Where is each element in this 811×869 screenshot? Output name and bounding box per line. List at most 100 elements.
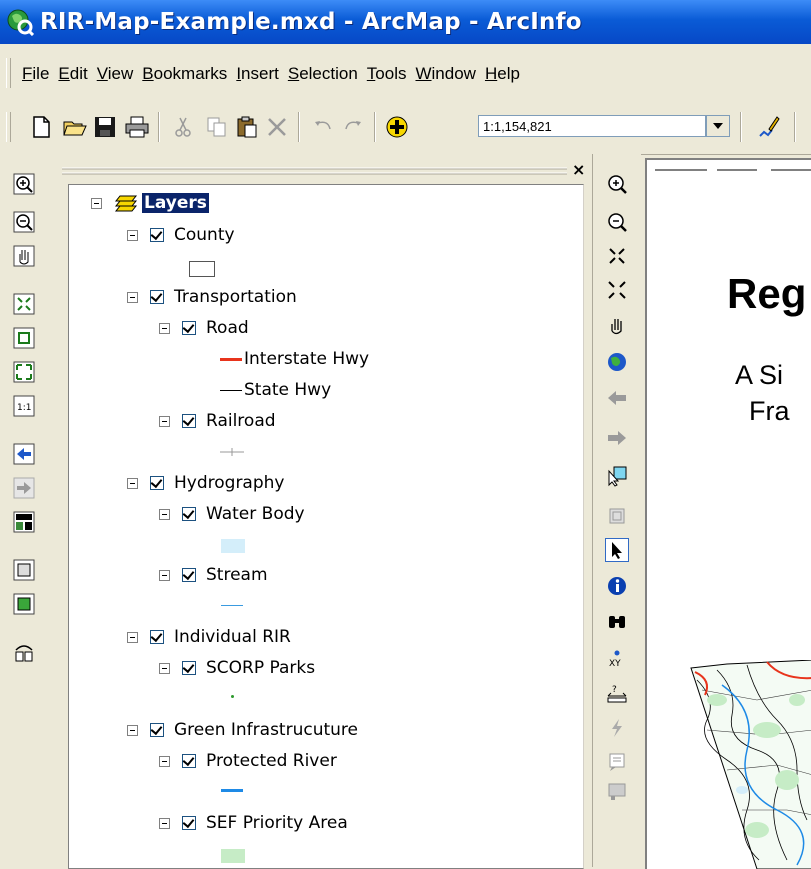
layer-label[interactable]: Green Infrastrucuture xyxy=(174,720,358,740)
fixed-zoom-in-icon[interactable] xyxy=(12,360,36,384)
layer-visibility-checkbox[interactable] xyxy=(182,568,196,582)
zoom-whole-page-icon[interactable] xyxy=(12,292,36,316)
layer-label[interactable]: Transportation xyxy=(174,287,297,307)
map-layout-view[interactable]: Reg A Si Fra xyxy=(645,158,811,869)
layer-visibility-checkbox[interactable] xyxy=(182,414,196,428)
copy-icon[interactable] xyxy=(204,114,230,140)
layer-visibility-checkbox[interactable] xyxy=(182,754,196,768)
menu-grip[interactable] xyxy=(6,58,11,88)
menu-selection[interactable]: Selection xyxy=(288,64,358,84)
zoom-control-icon[interactable] xyxy=(12,510,36,534)
layer-label[interactable]: Railroad xyxy=(206,411,276,431)
layer-visibility-checkbox[interactable] xyxy=(182,816,196,830)
toggle-draft-mode-icon[interactable] xyxy=(12,558,36,582)
clear-selection-icon[interactable] xyxy=(605,504,629,528)
layer-row-transportation[interactable]: Transportation xyxy=(127,285,297,309)
layer-label[interactable]: County xyxy=(174,225,235,245)
toolbar-grip[interactable] xyxy=(6,112,11,142)
layer-visibility-checkbox[interactable] xyxy=(150,228,164,242)
layer-label[interactable]: SEF Priority Area xyxy=(206,813,348,833)
collapse-toggle[interactable] xyxy=(159,508,170,520)
change-layout-icon[interactable] xyxy=(12,640,36,664)
collapse-toggle[interactable] xyxy=(127,229,138,241)
collapse-toggle[interactable] xyxy=(159,817,170,829)
menu-help[interactable]: Help xyxy=(485,64,520,84)
open-folder-icon[interactable] xyxy=(62,114,88,140)
collapse-toggle[interactable] xyxy=(127,291,138,303)
layer-row-individual-rir[interactable]: Individual RIR xyxy=(127,625,291,649)
toc-title-bar[interactable]: × xyxy=(62,160,587,184)
pan-hand-icon[interactable] xyxy=(605,314,629,338)
collapse-toggle[interactable] xyxy=(159,415,170,427)
identify-icon[interactable] xyxy=(605,574,629,598)
layers-frame-row[interactable]: Layers xyxy=(91,191,209,215)
layer-row-hydrography[interactable]: Hydrography xyxy=(127,471,284,495)
editor-toolbar-icon[interactable] xyxy=(756,114,782,140)
layer-visibility-checkbox[interactable] xyxy=(182,507,196,521)
collapse-toggle[interactable] xyxy=(159,755,170,767)
layer-row-road[interactable]: Road xyxy=(159,316,249,340)
previous-extent-icon[interactable] xyxy=(605,386,629,410)
go-back-extent-icon[interactable] xyxy=(12,442,36,466)
layer-label[interactable]: Protected River xyxy=(206,751,337,771)
go-forward-extent-icon[interactable] xyxy=(12,476,36,500)
layer-label[interactable]: Water Body xyxy=(206,504,305,524)
zoom-100-percent-icon[interactable]: 1:1 xyxy=(12,394,36,418)
menu-file[interactable]: File xyxy=(22,64,49,84)
measure-icon[interactable]: ? xyxy=(605,682,629,706)
collapse-toggle[interactable] xyxy=(127,477,138,489)
layer-row-protected-river[interactable]: Protected River xyxy=(159,749,337,773)
collapse-toggle[interactable] xyxy=(159,569,170,581)
collapse-toggle[interactable] xyxy=(159,322,170,334)
layer-row-sef-priority-area[interactable]: SEF Priority Area xyxy=(159,811,348,835)
go-to-xy-icon[interactable]: XY xyxy=(605,646,629,670)
layer-row-stream[interactable]: Stream xyxy=(159,563,268,587)
new-document-icon[interactable] xyxy=(28,114,54,140)
menu-insert[interactable]: Insert xyxy=(236,64,279,84)
layer-row-county[interactable]: County xyxy=(127,223,235,247)
select-elements-icon[interactable] xyxy=(605,538,629,562)
find-binoculars-icon[interactable] xyxy=(605,610,629,634)
layer-row-scorp-parks[interactable]: SCORP Parks xyxy=(159,656,315,680)
fixed-zoom-in-map-icon[interactable] xyxy=(605,244,629,268)
collapse-toggle[interactable] xyxy=(159,662,170,674)
layer-row-green-infrastructure[interactable]: Green Infrastrucuture xyxy=(127,718,358,742)
menu-tools[interactable]: Tools xyxy=(367,64,407,84)
full-extent-globe-icon[interactable] xyxy=(605,350,629,374)
layer-visibility-checkbox[interactable] xyxy=(182,661,196,675)
collapse-toggle[interactable] xyxy=(127,631,138,643)
layout-zoom-in-icon[interactable] xyxy=(12,172,36,196)
menu-window[interactable]: Window xyxy=(415,64,475,84)
layer-visibility-checkbox[interactable] xyxy=(150,630,164,644)
select-features-icon[interactable] xyxy=(605,464,629,488)
layer-visibility-checkbox[interactable] xyxy=(150,723,164,737)
save-icon[interactable] xyxy=(92,114,118,140)
cut-icon[interactable] xyxy=(170,114,196,140)
time-slider-icon[interactable] xyxy=(605,780,629,804)
collapse-toggle[interactable] xyxy=(127,724,138,736)
paste-icon[interactable] xyxy=(234,114,260,140)
layer-label[interactable]: Individual RIR xyxy=(174,627,291,647)
zoom-in-icon[interactable] xyxy=(605,172,629,196)
layout-zoom-out-icon[interactable] xyxy=(12,210,36,234)
print-icon[interactable] xyxy=(124,114,150,140)
undo-icon[interactable] xyxy=(310,114,336,140)
map-scale-input[interactable]: 1:1,154,821 xyxy=(478,115,706,137)
next-extent-icon[interactable] xyxy=(605,426,629,450)
toc-close-button[interactable]: × xyxy=(572,160,585,179)
collapse-toggle[interactable] xyxy=(91,197,102,209)
layer-visibility-checkbox[interactable] xyxy=(182,321,196,335)
layer-label[interactable]: Hydrography xyxy=(174,473,284,493)
delete-icon[interactable] xyxy=(264,114,290,140)
layer-label[interactable]: Stream xyxy=(206,565,268,585)
redo-icon[interactable] xyxy=(340,114,366,140)
fixed-zoom-out-map-icon[interactable] xyxy=(605,278,629,302)
html-popup-icon[interactable] xyxy=(605,750,629,774)
fixed-zoom-out-icon[interactable] xyxy=(12,326,36,350)
menu-view[interactable]: View xyxy=(97,64,134,84)
add-data-icon[interactable] xyxy=(384,114,410,140)
layer-visibility-checkbox[interactable] xyxy=(150,290,164,304)
zoom-out-icon[interactable] xyxy=(605,210,629,234)
menu-bookmarks[interactable]: Bookmarks xyxy=(142,64,227,84)
hyperlink-icon[interactable] xyxy=(605,716,629,740)
